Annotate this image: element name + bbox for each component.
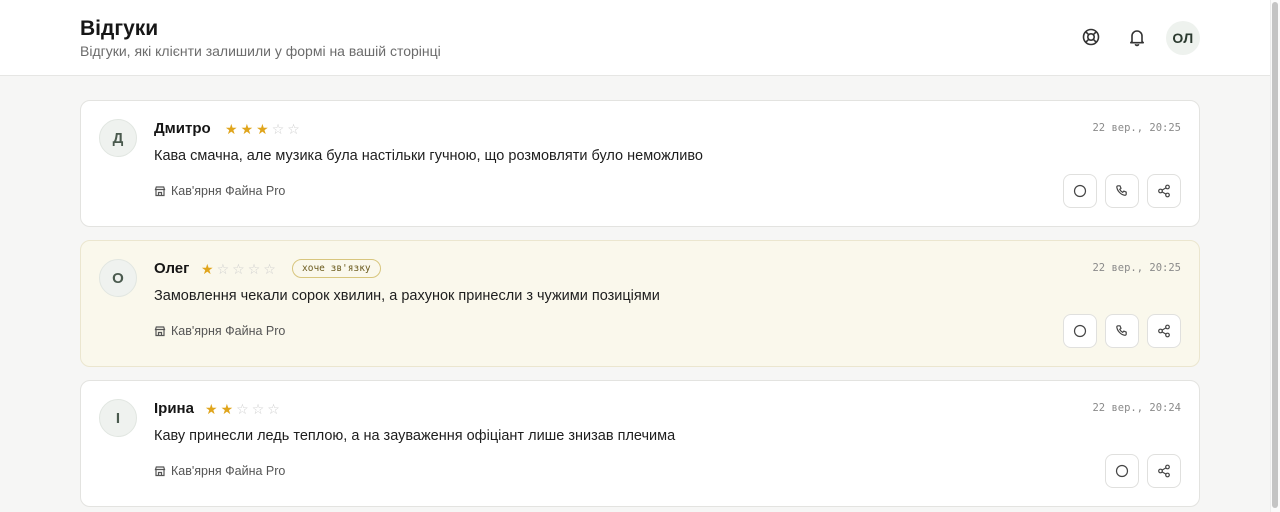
store-icon: [154, 466, 166, 477]
share-button[interactable]: [1147, 454, 1181, 488]
review-place: Кав'ярня Файна Pro: [154, 184, 285, 198]
star-empty-icon: ☆: [263, 261, 276, 277]
review-author: Ірина: [154, 400, 194, 417]
circle-icon: [1073, 324, 1087, 338]
place-name: Кав'ярня Файна Pro: [171, 324, 286, 338]
store-icon: [154, 326, 166, 337]
star-empty-icon: ☆: [287, 121, 300, 137]
page-subtitle: Відгуки, які клієнти залишили у формі на…: [80, 43, 441, 59]
star-empty-icon: ☆: [247, 261, 261, 277]
user-avatar[interactable]: ОЛ: [1166, 21, 1200, 55]
mark-button[interactable]: [1063, 174, 1097, 208]
review-time: 22 вер., 20:25: [1092, 262, 1181, 274]
review-time: 22 вер., 20:25: [1092, 122, 1181, 134]
review-author: Олег: [154, 260, 190, 277]
review-avatar: І: [99, 399, 137, 437]
review-author: Дмитро: [154, 120, 211, 137]
review-place: Кав'ярня Файна Pro: [154, 324, 285, 338]
share-button[interactable]: [1147, 174, 1181, 208]
mark-button[interactable]: [1105, 454, 1139, 488]
star-empty-icon: ☆: [271, 121, 285, 137]
share-icon: [1158, 324, 1170, 338]
review-text: Замовлення чекали сорок хвилин, а рахуно…: [154, 288, 660, 304]
review-avatar: Д: [99, 119, 137, 157]
bell-icon[interactable]: [1124, 24, 1150, 50]
circle-icon: [1115, 464, 1129, 478]
star-empty-icon: ☆: [216, 261, 230, 277]
review-place: Кав'ярня Файна Pro: [154, 464, 285, 478]
rating-stars: ★ ☆ ☆ ☆ ☆: [201, 261, 276, 277]
star-filled-icon: ★: [220, 401, 234, 417]
star-filled-icon: ★: [225, 121, 238, 137]
review-text: Кава смачна, але музика була настільки г…: [154, 148, 703, 164]
review-card: І Ірина ★ ★ ☆ ☆ ☆ 22 вер., 20:24 Каву принес…: [80, 380, 1200, 507]
star-filled-icon: ★: [256, 121, 269, 137]
page-header: Відгуки Відгуки, які клієнти залишили у …: [0, 0, 1270, 76]
scrollbar[interactable]: [1270, 0, 1280, 512]
mark-button[interactable]: [1063, 314, 1097, 348]
share-icon: [1158, 184, 1170, 198]
call-button[interactable]: [1105, 174, 1139, 208]
place-name: Кав'ярня Файна Pro: [171, 464, 286, 478]
store-icon: [154, 186, 166, 197]
star-empty-icon: ☆: [251, 401, 265, 417]
scrollbar-thumb[interactable]: [1272, 2, 1278, 508]
review-card: О Олег ★ ☆ ☆ ☆ ☆ хоче зв'язку 22 вер., 20:25…: [80, 240, 1200, 367]
rating-stars: ★ ★ ☆ ☆ ☆: [205, 401, 280, 417]
star-empty-icon: ☆: [267, 401, 280, 417]
share-icon: [1158, 464, 1170, 478]
place-name: Кав'ярня Файна Pro: [171, 184, 286, 198]
review-text: Каву принесли ледь теплою, а на зауважен…: [154, 428, 676, 444]
phone-icon: [1116, 185, 1127, 196]
circle-icon: [1073, 184, 1087, 198]
call-button[interactable]: [1105, 314, 1139, 348]
help-icon[interactable]: [1078, 24, 1104, 50]
review-time: 22 вер., 20:24: [1092, 402, 1181, 414]
star-filled-icon: ★: [240, 121, 254, 137]
page-title: Відгуки: [80, 17, 159, 40]
star-empty-icon: ☆: [236, 401, 249, 417]
contact-request-badge: хоче зв'язку: [292, 259, 381, 278]
star-filled-icon: ★: [205, 401, 218, 417]
star-filled-icon: ★: [201, 261, 214, 277]
review-card: Д Дмитро ★ ★ ★ ☆ ☆ 22 вер., 20:25 Кава смачн…: [80, 100, 1200, 227]
phone-icon: [1116, 325, 1127, 336]
share-button[interactable]: [1147, 314, 1181, 348]
star-empty-icon: ☆: [232, 261, 245, 277]
review-avatar: О: [99, 259, 137, 297]
rating-stars: ★ ★ ★ ☆ ☆: [225, 121, 300, 137]
